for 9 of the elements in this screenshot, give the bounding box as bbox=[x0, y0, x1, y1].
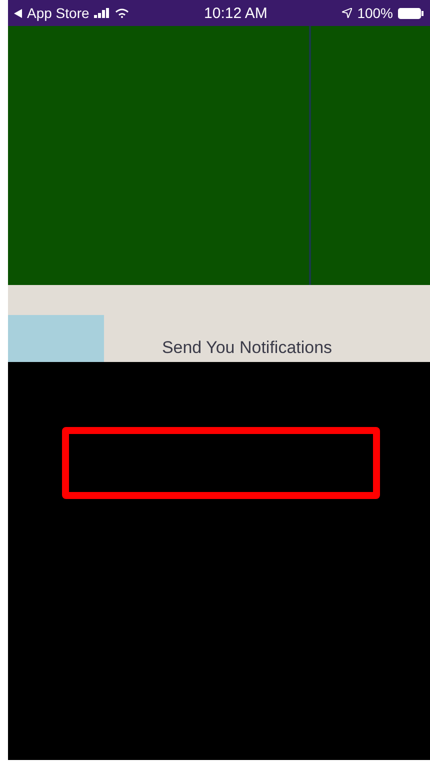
location-icon bbox=[342, 8, 352, 18]
back-arrow-icon[interactable] bbox=[14, 8, 22, 18]
status-time: 10:12 AM bbox=[204, 4, 268, 22]
signal-icon bbox=[94, 8, 110, 18]
back-label[interactable]: App Store bbox=[27, 5, 90, 21]
battery-percent: 100% bbox=[357, 5, 393, 21]
wifi-icon bbox=[115, 8, 130, 18]
battery-icon bbox=[398, 8, 424, 18]
alert-title: Send You Notifications bbox=[162, 338, 332, 358]
